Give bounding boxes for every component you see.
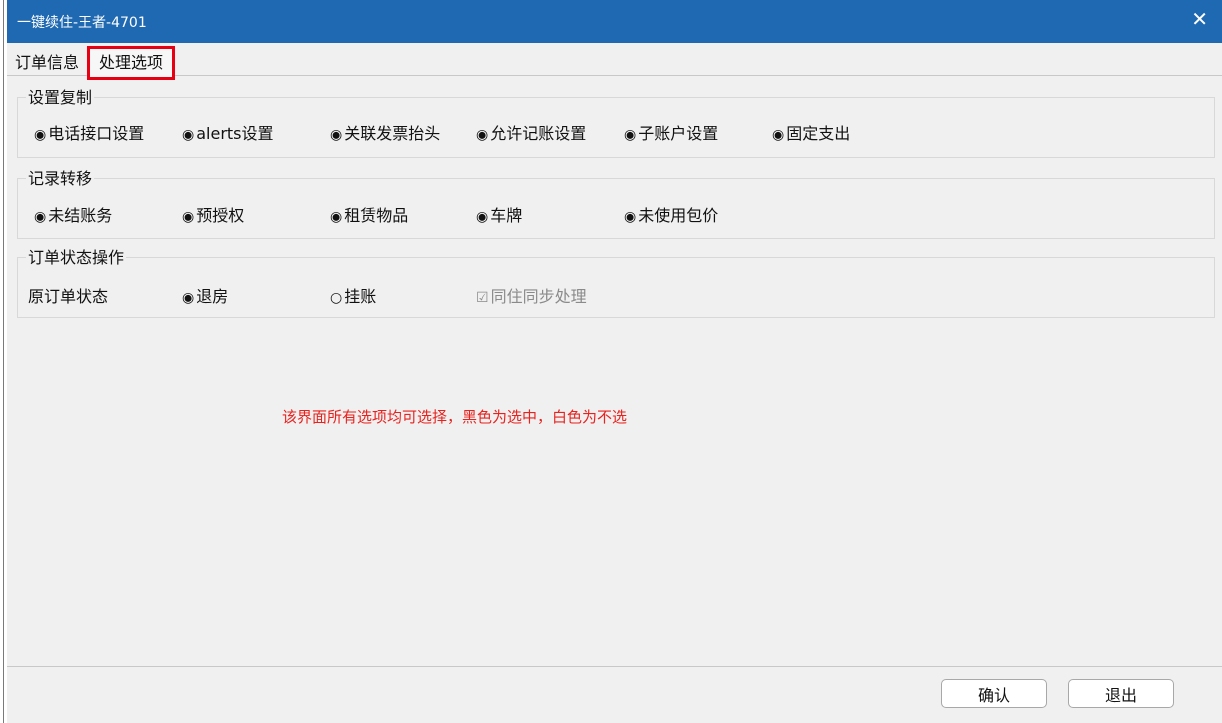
option-label: 预授权 bbox=[196, 206, 245, 225]
radio-checked-icon: ◉ bbox=[772, 127, 785, 143]
radio-checked-icon: ◉ bbox=[34, 127, 47, 143]
group-title-settings-copy: 设置复制 bbox=[26, 84, 95, 108]
radio-license-plate[interactable]: ◉ 车牌 bbox=[476, 202, 522, 226]
radio-hang-account[interactable]: ○ 挂账 bbox=[330, 283, 376, 307]
option-label: 关联发票抬头 bbox=[344, 124, 441, 143]
dialog-window: 一键续住-王者-4701 ✕ 订单信息 处理选项 设置复制 ◉ 电话接口设置 ◉ a… bbox=[7, 0, 1222, 723]
radio-checked-icon: ◉ bbox=[182, 209, 195, 225]
tab-process-options[interactable]: 处理选项 bbox=[87, 46, 176, 80]
option-label: 未使用包价 bbox=[638, 206, 719, 225]
option-label: alerts设置 bbox=[196, 124, 274, 143]
radio-fixed-expense[interactable]: ◉ 固定支出 bbox=[772, 120, 850, 144]
radio-sub-account[interactable]: ◉ 子账户设置 bbox=[624, 120, 718, 144]
checkbox-sync-sharer[interactable]: ☑ 同住同步处理 bbox=[476, 283, 587, 307]
radio-alerts[interactable]: ◉ alerts设置 bbox=[182, 120, 274, 144]
option-label: 同住同步处理 bbox=[490, 287, 587, 306]
option-label: 退房 bbox=[196, 287, 229, 306]
option-label: 电话接口设置 bbox=[48, 124, 145, 143]
group-order-status: 订单状态操作 原订单状态 ◉ 退房 ○ 挂账 ☑ 同住同步处理 bbox=[17, 244, 1215, 318]
radio-checked-icon: ◉ bbox=[182, 127, 195, 143]
option-label: 挂账 bbox=[344, 287, 377, 306]
title-bar: 一键续住-王者-4701 ✕ bbox=[7, 0, 1222, 43]
tab-bar: 订单信息 处理选项 bbox=[7, 43, 1222, 80]
radio-rental-items[interactable]: ◉ 租赁物品 bbox=[330, 202, 408, 226]
checkbox-checked-icon: ☑ bbox=[476, 290, 489, 306]
radio-phone-interface[interactable]: ◉ 电话接口设置 bbox=[34, 120, 144, 144]
group-record-transfer: 记录转移 ◉ 未结账务 ◉ 预授权 ◉ 租赁物品 ◉ 车牌 ◉ 未使用包价 bbox=[17, 165, 1215, 239]
radio-checked-icon: ◉ bbox=[34, 209, 47, 225]
radio-checked-icon: ◉ bbox=[182, 290, 195, 306]
close-icon[interactable]: ✕ bbox=[1191, 9, 1208, 29]
radio-unchecked-icon: ○ bbox=[330, 290, 343, 306]
radio-checked-icon: ◉ bbox=[624, 127, 637, 143]
radio-checked-icon: ◉ bbox=[330, 209, 343, 225]
edge-line bbox=[3, 0, 4, 723]
original-status-label: 原订单状态 bbox=[28, 287, 109, 306]
radio-linked-invoice[interactable]: ◉ 关联发票抬头 bbox=[330, 120, 440, 144]
annotation-note: 该界面所有选项均可选择，黑色为选中，白色为不选 bbox=[282, 408, 628, 426]
confirm-button[interactable]: 确认 bbox=[941, 679, 1047, 708]
radio-checked-icon: ◉ bbox=[624, 209, 637, 225]
radio-checked-icon: ◉ bbox=[330, 127, 343, 143]
option-label: 子账户设置 bbox=[638, 124, 719, 143]
radio-checked-icon: ◉ bbox=[476, 127, 489, 143]
radio-open-accounts[interactable]: ◉ 未结账务 bbox=[34, 202, 112, 226]
radio-allow-posting[interactable]: ◉ 允许记账设置 bbox=[476, 120, 586, 144]
option-label: 未结账务 bbox=[48, 206, 113, 225]
option-label: 允许记账设置 bbox=[490, 124, 587, 143]
radio-checkout[interactable]: ◉ 退房 bbox=[182, 283, 228, 307]
group-title-record-transfer: 记录转移 bbox=[26, 165, 95, 189]
group-settings-copy: 设置复制 ◉ 电话接口设置 ◉ alerts设置 ◉ 关联发票抬头 ◉ 允许记账设置 ◉… bbox=[17, 84, 1215, 158]
footer-divider bbox=[7, 666, 1222, 667]
window-title: 一键续住-王者-4701 bbox=[17, 15, 147, 31]
exit-button[interactable]: 退出 bbox=[1068, 679, 1174, 708]
option-label: 租赁物品 bbox=[344, 206, 409, 225]
radio-preauth[interactable]: ◉ 预授权 bbox=[182, 202, 244, 226]
option-label: 固定支出 bbox=[786, 124, 851, 143]
group-title-order-status: 订单状态操作 bbox=[26, 244, 127, 268]
tab-order-info[interactable]: 订单信息 bbox=[13, 49, 81, 73]
radio-unused-package[interactable]: ◉ 未使用包价 bbox=[624, 202, 718, 226]
option-label: 车牌 bbox=[490, 206, 523, 225]
window-left-edge bbox=[0, 0, 7, 723]
radio-checked-icon: ◉ bbox=[476, 209, 489, 225]
